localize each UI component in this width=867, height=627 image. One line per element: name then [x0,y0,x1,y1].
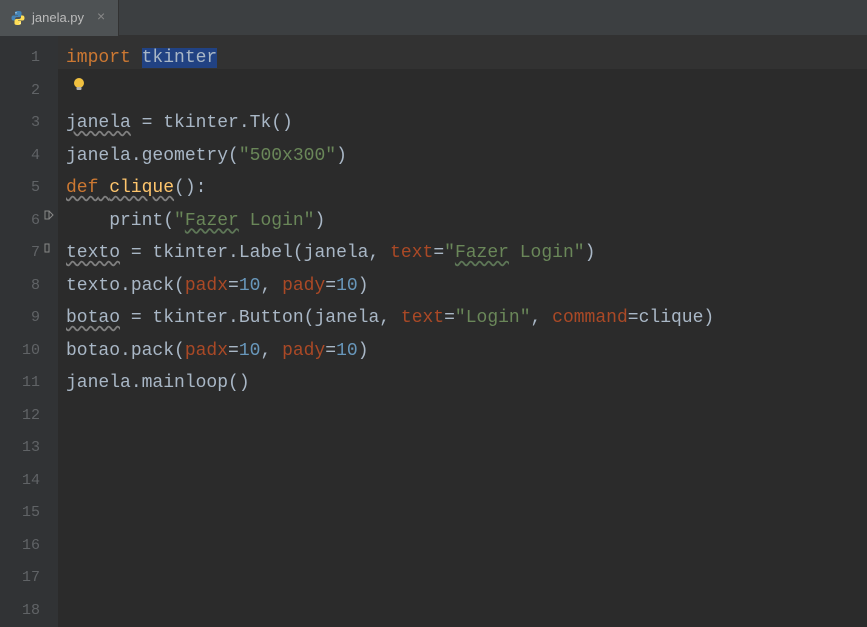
line-number: 18 [22,595,40,627]
code-line[interactable]: janela.geometry("500x300") [66,140,867,173]
line-number: 15 [22,497,40,530]
tab-bar: janela.py × [0,0,867,36]
line-number: 9 [31,302,40,335]
code-line[interactable]: botao.pack(padx=10, pady=10) [66,335,867,368]
file-tab[interactable]: janela.py × [0,0,119,36]
code-line[interactable] [66,75,867,108]
line-number: 13 [22,432,40,465]
line-number: 14 [22,465,40,498]
code-content[interactable]: import tkinter janela = tkinter.Tk() jan… [58,36,867,627]
editor[interactable]: 1 2 3 4 5 6 7 8 9 10 11 12 13 14 15 16 1… [0,36,867,627]
code-line[interactable]: def clique(): [66,172,867,205]
line-number: 17 [22,562,40,595]
line-number: 16 [22,530,40,563]
line-number: 12 [22,400,40,433]
line-number: 11 [22,367,40,400]
line-number: 4 [31,140,40,173]
code-line[interactable]: import tkinter [66,42,867,75]
line-number: 1 [31,42,40,75]
lightbulb-icon[interactable] [72,75,86,108]
line-number: 5 [31,172,40,205]
line-number: 2 [31,75,40,108]
line-number: 7 [31,237,40,270]
code-line[interactable]: janela.mainloop() [66,367,867,400]
gutter: 1 2 3 4 5 6 7 8 9 10 11 12 13 14 15 16 1… [0,36,58,627]
fold-end-icon[interactable] [42,241,56,255]
python-file-icon [10,10,26,26]
tab-filename: janela.py [32,10,84,25]
code-line[interactable]: botao = tkinter.Button(janela, text="Log… [66,302,867,335]
line-number: 3 [31,107,40,140]
code-line[interactable]: texto.pack(padx=10, pady=10) [66,270,867,303]
code-line[interactable]: texto = tkinter.Label(janela, text="Faze… [66,237,867,270]
fold-region-icon[interactable] [42,208,56,222]
line-number: 6 [31,205,40,238]
close-tab-icon[interactable]: × [94,10,108,26]
code-line[interactable]: janela = tkinter.Tk() [66,107,867,140]
code-line[interactable]: print("Fazer Login") [66,205,867,238]
line-number: 8 [31,270,40,303]
line-number: 10 [22,335,40,368]
